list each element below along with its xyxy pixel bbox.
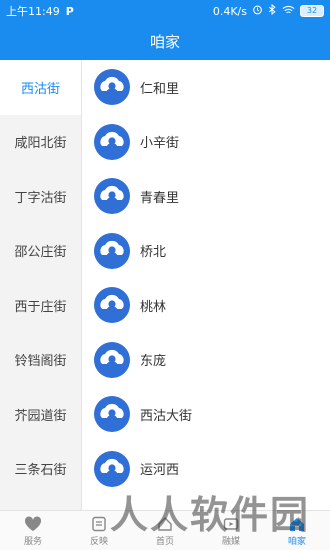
sidebar-item-label: 芥园道街 <box>14 408 67 424</box>
sidebar-item-label: 丁字沽街 <box>14 190 67 206</box>
sidebar-item-label: 邵公庄街 <box>14 245 67 261</box>
nav-label: 服务 <box>23 536 42 547</box>
list-item-label: 西沽大街 <box>140 408 193 424</box>
battery-indicator: 32 <box>300 5 324 17</box>
community-list: 仁和里 小辛街 青春里 桥北 桃林 东庞 西沽大街 运河西 <box>82 60 330 510</box>
bottom-navigation: 服务 反映 首页 融媒 咱家 <box>0 510 330 550</box>
community-avatar-icon <box>94 450 130 487</box>
sidebar-item-jieyuandao[interactable]: 芥园道街 <box>0 387 81 442</box>
list-item[interactable]: 桃林 <box>82 278 330 333</box>
status-time: 上午11:49 <box>6 5 60 18</box>
status-indicators: 0.4K/s 32 <box>212 3 324 18</box>
sidebar-item-shaogongzhuang[interactable]: 邵公庄街 <box>0 224 81 279</box>
alarm-icon <box>252 4 263 18</box>
network-speed: 0.4K/s <box>212 4 247 18</box>
list-item-label: 桃林 <box>140 299 167 315</box>
title-bar: 咱家 <box>0 22 330 60</box>
nav-label: 融媒 <box>221 536 240 547</box>
nav-media[interactable]: 融媒 <box>198 511 264 550</box>
status-bar: 上午11:49 P 0.4K/s 32 <box>0 0 330 22</box>
nav-report[interactable]: 反映 <box>66 511 132 550</box>
list-item[interactable]: 桥北 <box>82 224 330 279</box>
list-item-label: 青春里 <box>140 190 180 206</box>
community-avatar-icon <box>94 341 130 378</box>
list-item-label: 仁和里 <box>140 81 180 97</box>
bluetooth-icon <box>268 3 277 18</box>
list-item-label: 运河西 <box>140 463 180 479</box>
wifi-icon <box>282 5 295 18</box>
sidebar-item-santiaoshi[interactable]: 三条石街 <box>0 442 81 497</box>
sidebar-item-xigu[interactable]: 西沽街 <box>0 60 81 115</box>
list-item[interactable]: 西沽大街 <box>82 387 330 442</box>
list-item-label: 桥北 <box>140 245 167 261</box>
nav-family[interactable]: 咱家 <box>264 511 330 550</box>
community-avatar-icon <box>94 287 130 324</box>
sidebar-item-label: 西于庄街 <box>14 299 67 315</box>
community-avatar-icon <box>94 232 130 269</box>
nav-label: 咱家 <box>287 536 306 547</box>
nav-label: 首页 <box>155 536 174 547</box>
list-item[interactable]: 小辛街 <box>82 115 330 170</box>
sidebar-item-xiyuzhuang[interactable]: 西于庄街 <box>0 278 81 333</box>
sidebar-item-label: 咸阳北街 <box>14 136 67 152</box>
list-item[interactable]: 东庞 <box>82 333 330 388</box>
community-avatar-icon <box>94 69 130 106</box>
community-avatar-icon <box>94 396 130 433</box>
app-notification-badge: P <box>65 4 74 18</box>
list-item[interactable]: 运河西 <box>82 442 330 497</box>
home-icon <box>157 515 173 533</box>
nav-service[interactable]: 服务 <box>0 511 66 550</box>
page-title: 咱家 <box>149 32 180 51</box>
list-item[interactable]: 青春里 <box>82 169 330 224</box>
sidebar-item-label: 西沽街 <box>20 81 60 97</box>
sidebar-item-label: 三条石街 <box>14 463 67 479</box>
list-item[interactable]: 仁和里 <box>82 60 330 115</box>
sidebar-item-dingzigu[interactable]: 丁字沽街 <box>0 169 81 224</box>
community-avatar-icon <box>94 178 130 215</box>
sidebar-item-xianyangbei[interactable]: 咸阳北街 <box>0 115 81 170</box>
nav-home[interactable]: 首页 <box>132 511 198 550</box>
media-icon <box>223 515 239 533</box>
report-icon <box>91 515 107 533</box>
nav-label: 反映 <box>89 536 108 547</box>
list-item-label: 东庞 <box>140 354 167 370</box>
family-icon <box>288 515 306 533</box>
district-sidebar: 西沽街 咸阳北街 丁字沽街 邵公庄街 西于庄街 铃铛阁街 芥园道街 三条石街 <box>0 60 82 510</box>
list-item-label: 小辛街 <box>140 136 180 152</box>
sidebar-item-label: 铃铛阁街 <box>14 354 67 370</box>
sidebar-item-lingdangge[interactable]: 铃铛阁街 <box>0 333 81 388</box>
community-avatar-icon <box>94 123 130 160</box>
heart-icon <box>24 515 42 533</box>
